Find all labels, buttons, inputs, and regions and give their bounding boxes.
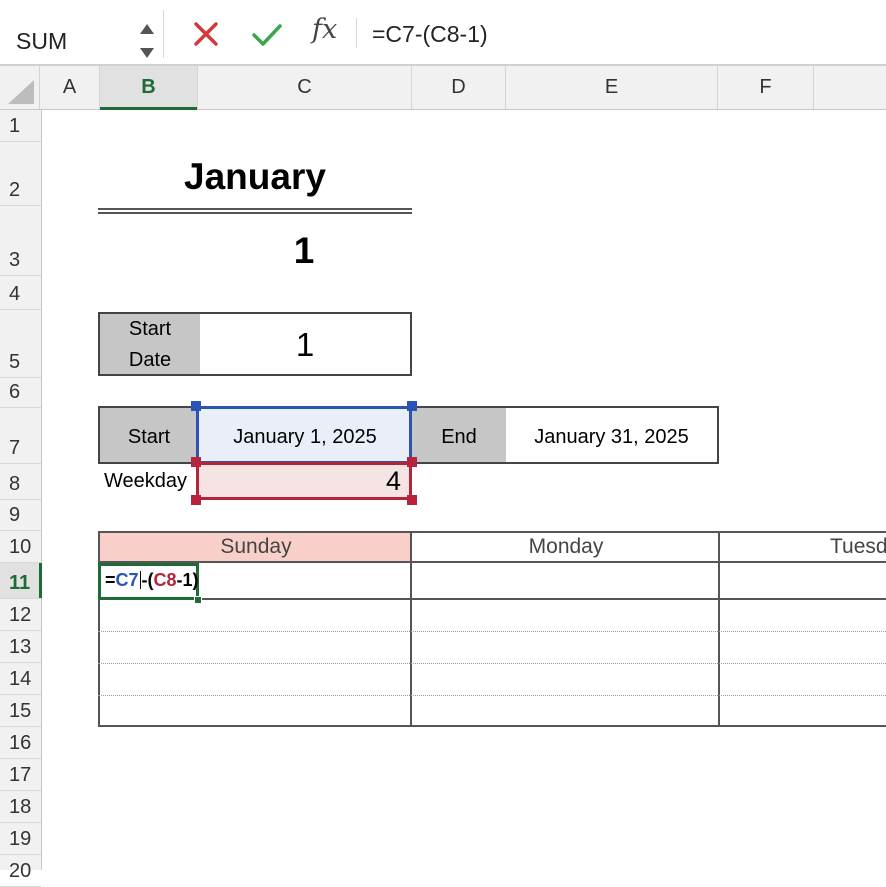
calendar-table: Sunday Monday Tuesday xyxy=(98,531,886,727)
reference-resize-handle[interactable] xyxy=(407,401,417,411)
text-cursor xyxy=(139,571,141,589)
end-label[interactable]: End xyxy=(412,408,506,462)
calendar-row-divider xyxy=(98,598,886,600)
row-header-17[interactable]: 17 xyxy=(0,759,41,791)
calendar-row-divider xyxy=(98,663,886,664)
start-date-label-line2: Date xyxy=(128,349,172,371)
column-header-b[interactable]: B xyxy=(100,66,198,110)
row-header-11[interactable]: 11 xyxy=(0,563,42,599)
calendar-bottom-border xyxy=(98,725,886,727)
row-header-1[interactable]: 1 xyxy=(0,110,41,142)
start-date-box: Start Date 1 xyxy=(98,312,412,376)
row-header-2[interactable]: 2 xyxy=(0,142,41,206)
row-header-13[interactable]: 13 xyxy=(0,631,41,663)
month-title[interactable]: January xyxy=(98,156,412,198)
start-date-label[interactable]: Start Date xyxy=(100,314,200,374)
formula-ref-c7: C7 xyxy=(115,570,139,590)
row-header-20[interactable]: 20 xyxy=(0,855,41,887)
reference-highlight-c7 xyxy=(196,406,412,464)
day-header-tuesday[interactable]: Tuesday xyxy=(718,531,886,563)
cancel-icon[interactable] xyxy=(191,18,221,50)
reference-resize-handle[interactable] xyxy=(407,495,417,505)
name-box-dropdown-icon[interactable] xyxy=(140,24,156,64)
row-header-9[interactable]: 9 xyxy=(0,500,41,531)
reference-resize-handle[interactable] xyxy=(407,457,417,467)
column-header-c[interactable]: C xyxy=(198,66,412,109)
end-value-cell[interactable]: January 31, 2025 xyxy=(506,408,717,462)
chevron-down-icon xyxy=(140,48,154,58)
row-header-7[interactable]: 7 xyxy=(0,408,41,464)
insert-function-icon[interactable]: fx xyxy=(312,14,337,45)
reference-resize-handle[interactable] xyxy=(191,401,201,411)
enter-check-icon[interactable] xyxy=(250,18,284,50)
row-header-6[interactable]: 6 xyxy=(0,378,41,408)
start-date-value[interactable]: 1 xyxy=(200,314,410,374)
weekday-value: 4 xyxy=(385,466,401,496)
weekday-label[interactable]: Weekday xyxy=(104,470,187,493)
column-header-d[interactable]: D xyxy=(412,66,506,109)
day-header-monday[interactable]: Monday xyxy=(410,531,720,563)
row-header-16[interactable]: 16 xyxy=(0,727,41,759)
formula-equals: = xyxy=(105,570,116,590)
column-header-row: A B C D E F xyxy=(0,66,886,110)
row-header-15[interactable]: 15 xyxy=(0,695,41,727)
name-box[interactable]: SUM xyxy=(0,10,164,58)
row-header-10[interactable]: 10 xyxy=(0,531,41,563)
select-all-icon xyxy=(8,80,34,104)
row-header-5[interactable]: 5 xyxy=(0,310,41,378)
row-header-column: 1 2 3 4 5 6 7 8 9 10 11 12 13 14 15 16 1… xyxy=(0,110,42,887)
formula-bar-divider xyxy=(356,18,357,48)
reference-resize-handle[interactable] xyxy=(191,457,201,467)
row-header-18[interactable]: 18 xyxy=(0,791,41,823)
formula-ref-c8: C8 xyxy=(153,570,177,590)
row-header-4[interactable]: 4 xyxy=(0,276,41,310)
calendar-row-divider xyxy=(98,695,886,696)
select-all-button[interactable] xyxy=(0,66,40,109)
column-header-g[interactable] xyxy=(814,66,886,109)
title-double-underline xyxy=(98,212,412,214)
active-cell-formula[interactable]: =C7 -(C8-1) xyxy=(105,570,199,591)
row-header-12[interactable]: 12 xyxy=(0,599,41,631)
formula-rest: -1) xyxy=(176,570,199,590)
name-box-value: SUM xyxy=(16,28,68,54)
row-header-3[interactable]: 3 xyxy=(0,206,41,276)
chevron-up-icon xyxy=(140,24,154,34)
calendar-column-tuesday xyxy=(718,563,886,727)
row-header-19[interactable]: 19 xyxy=(0,823,41,855)
title-double-underline xyxy=(98,208,412,210)
formula-bar: SUM fx =C7-(C8-1) xyxy=(0,0,886,66)
active-cell-b11[interactable]: =C7 -(C8-1) xyxy=(98,563,199,600)
row-header-8[interactable]: 8 xyxy=(0,464,41,500)
reference-highlight-c8[interactable]: 4 xyxy=(196,462,412,500)
day-header-sunday[interactable]: Sunday xyxy=(98,531,412,563)
formula-input[interactable]: =C7-(C8-1) xyxy=(362,14,886,54)
column-header-e[interactable]: E xyxy=(506,66,718,109)
start-label[interactable]: Start xyxy=(100,408,198,462)
calendar-row-divider xyxy=(98,631,886,632)
calendar-column-monday xyxy=(410,563,720,727)
column-header-a[interactable]: A xyxy=(40,66,100,109)
start-date-label-line1: Start xyxy=(128,318,172,340)
reference-resize-handle[interactable] xyxy=(191,495,201,505)
month-number-cell[interactable]: 1 xyxy=(198,230,410,272)
fill-handle[interactable] xyxy=(194,596,202,604)
column-header-f[interactable]: F xyxy=(718,66,814,109)
row-header-14[interactable]: 14 xyxy=(0,663,41,695)
formula-text: =C7-(C8-1) xyxy=(372,21,488,47)
